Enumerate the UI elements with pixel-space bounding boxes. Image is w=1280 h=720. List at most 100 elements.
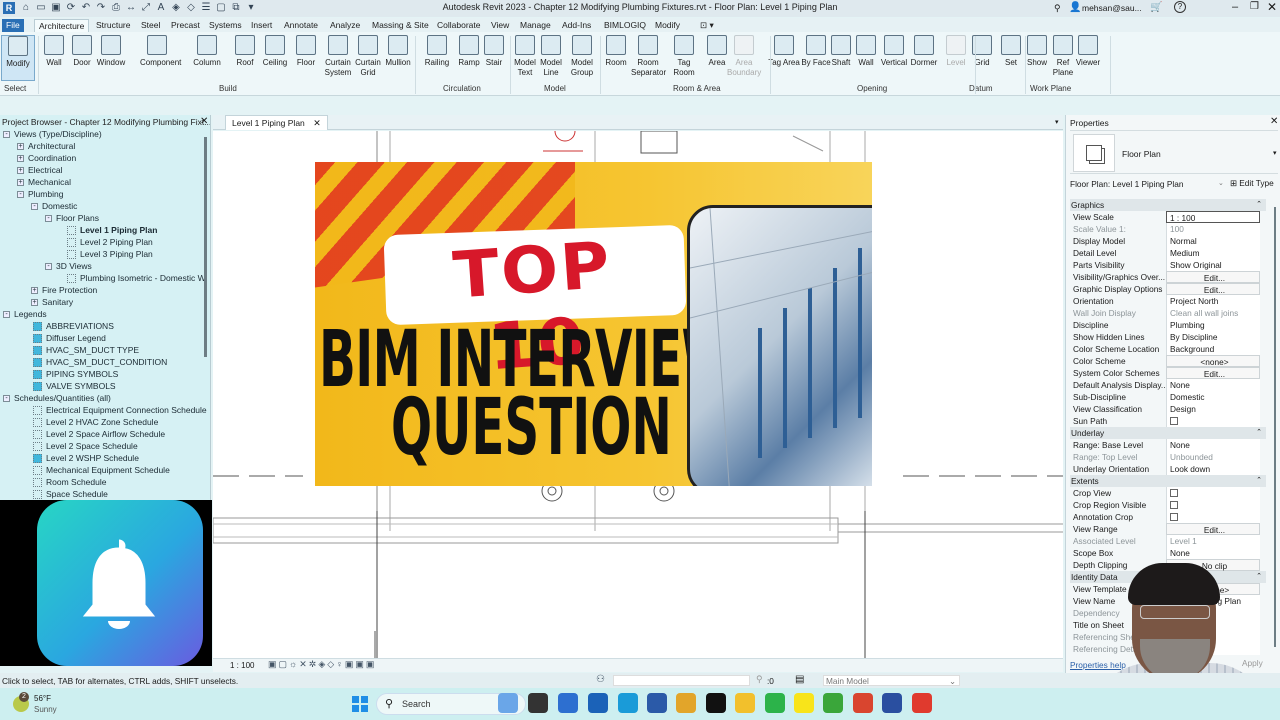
tree-item-mechanical-equipment-schedule[interactable]: Mechanical Equipment Schedule <box>3 464 203 476</box>
property-value[interactable]: By Discipline <box>1166 331 1260 343</box>
aligned-dimension-icon[interactable]: ⤢ <box>140 2 152 14</box>
chevron-down-icon[interactable]: ▾ <box>1273 149 1277 157</box>
tree-item-abbreviations[interactable]: ABBREVIATIONS <box>3 320 203 332</box>
checkbox[interactable] <box>1170 489 1178 497</box>
redo-icon[interactable]: ↷ <box>95 2 107 14</box>
thin-lines-icon[interactable]: ☰ <box>200 2 212 14</box>
tool-model-line-button[interactable]: Model Line <box>534 35 568 77</box>
tool-room-separator-button[interactable]: Room Separator <box>631 35 666 77</box>
expand-icon[interactable]: + <box>31 299 38 307</box>
tree-item-hvac-sm-duct-type[interactable]: HVAC_SM_DUCT TYPE <box>3 344 203 356</box>
taskbar-phone-link-icon[interactable] <box>765 693 785 713</box>
close-icon[interactable]: ✕ <box>200 116 208 127</box>
tool-viewer-button[interactable]: Viewer <box>1071 35 1105 68</box>
property-value[interactable]: Show Original <box>1166 259 1260 271</box>
worksets-icon[interactable]: ⚇ <box>596 674 605 685</box>
taskbar-revit-icon[interactable] <box>882 693 902 713</box>
tree-item-level-2-piping-plan[interactable]: Level 2 Piping Plan <box>3 236 203 248</box>
tab-annotate[interactable]: Annotate <box>280 19 322 32</box>
panel-room-area[interactable]: Room & Area <box>673 84 721 93</box>
tree-item-level-3-piping-plan[interactable]: Level 3 Piping Plan <box>3 248 203 260</box>
tool-ceiling-button[interactable]: Ceiling <box>258 35 292 68</box>
property-value[interactable]: Normal <box>1166 235 1260 247</box>
customize-icon[interactable]: ▾ <box>245 2 257 14</box>
property-value[interactable]: Design <box>1166 403 1260 415</box>
property-value[interactable]: Edit... <box>1166 283 1260 295</box>
tab-massing-site[interactable]: Massing & Site <box>368 19 433 32</box>
taskbar-camtasia-recorder-icon[interactable] <box>912 693 932 713</box>
property-value[interactable]: Medium <box>1166 247 1260 259</box>
collapse-icon[interactable]: - <box>3 311 10 319</box>
tool-model-group-button[interactable]: Model Group <box>565 35 599 77</box>
tool-vertical-button[interactable]: Vertical <box>877 35 911 68</box>
taskbar-microsoft-store-icon[interactable] <box>558 693 578 713</box>
taskbar-edge-icon[interactable] <box>618 693 638 713</box>
weather-desc[interactable]: Sunny <box>34 705 57 714</box>
design-options-icon[interactable]: ▤ <box>795 674 804 685</box>
workset-select[interactable] <box>613 675 750 686</box>
tool-window-button[interactable]: Window <box>94 35 128 68</box>
scrollbar[interactable] <box>204 137 207 357</box>
view-scale[interactable]: 1 : 100 <box>230 661 254 670</box>
tab-architecture[interactable]: Architecture <box>34 19 90 32</box>
collapse-icon[interactable]: ⌃ <box>1256 475 1262 487</box>
tree-item-electrical-equipment-connection-schedule[interactable]: Electrical Equipment Connection Schedule <box>3 404 207 416</box>
switch-windows-icon[interactable]: ⧉ <box>230 2 242 14</box>
taskbar-snapchat-icon[interactable] <box>794 693 814 713</box>
checkbox[interactable] <box>1170 417 1178 425</box>
save-icon[interactable]: ▣ <box>50 2 62 14</box>
expand-icon[interactable]: + <box>17 143 24 151</box>
property-value[interactable]: Domestic <box>1166 391 1260 403</box>
close-icon[interactable]: ✕ <box>1270 116 1278 127</box>
tree-item-level-2-space-schedule[interactable]: Level 2 Space Schedule <box>3 440 203 452</box>
help-button[interactable]: ? <box>1174 1 1186 13</box>
checkbox[interactable] <box>1170 513 1178 521</box>
tree-item-level-2-hvac-zone-schedule[interactable]: Level 2 HVAC Zone Schedule <box>3 416 203 428</box>
measure-icon[interactable]: ↔ <box>125 2 137 14</box>
tree-item-level-2-wshp-schedule[interactable]: Level 2 WSHP Schedule <box>3 452 203 464</box>
user-icon[interactable]: 👤 <box>1069 2 1081 13</box>
checkbox[interactable] <box>1170 501 1178 509</box>
property-value[interactable] <box>1166 415 1260 427</box>
tab-insert[interactable]: Insert <box>247 19 276 32</box>
expand-icon[interactable]: + <box>17 155 24 163</box>
tab-file[interactable]: File <box>2 19 24 32</box>
property-value[interactable] <box>1166 487 1260 499</box>
tree-item-space-schedule[interactable]: Space Schedule <box>3 488 203 500</box>
binoculars-icon[interactable]: ⚲ <box>1054 3 1061 14</box>
collapse-icon[interactable]: - <box>31 203 38 211</box>
collapse-icon[interactable]: ⌃ <box>1256 427 1262 439</box>
3d-view-icon[interactable]: ◈ <box>170 2 182 14</box>
bell-button[interactable] <box>37 500 203 666</box>
collapse-icon[interactable]: - <box>45 263 52 271</box>
open-icon[interactable]: ▭ <box>35 2 47 14</box>
property-value[interactable] <box>1166 499 1260 511</box>
tree-item-legends[interactable]: - Legends <box>3 308 203 320</box>
tree-item-piping-symbols[interactable]: PIPING SYMBOLS <box>3 368 203 380</box>
property-value[interactable]: None <box>1166 439 1260 451</box>
tree-item-electrical[interactable]: + Electrical <box>3 164 203 176</box>
close-inactive-icon[interactable]: ▢ <box>215 2 227 14</box>
tool-room-button[interactable]: Room <box>599 35 633 68</box>
user-account[interactable]: mehsan@sau... <box>1082 3 1142 13</box>
tool-tag-area-button[interactable]: Tag Area <box>767 35 801 68</box>
tree-item-floor-plans[interactable]: - Floor Plans <box>3 212 203 224</box>
home-icon[interactable]: ⌂ <box>20 2 32 14</box>
start-button[interactable] <box>352 696 368 712</box>
view-control-icons[interactable]: ▣▢☼✕✲◈◇♀▣▣▣ <box>268 659 376 670</box>
tab-systems[interactable]: Systems <box>205 19 246 32</box>
expand-icon[interactable]: + <box>17 179 24 187</box>
property-value[interactable]: Look down <box>1166 463 1260 475</box>
collapse-icon[interactable]: - <box>45 215 52 223</box>
section-icon[interactable]: ◇ <box>185 2 197 14</box>
property-value[interactable]: Edit... <box>1166 523 1260 535</box>
tool-mullion-button[interactable]: Mullion <box>381 35 415 68</box>
tab-bimlogiq[interactable]: BIMLOGIQ <box>600 19 650 32</box>
tree-item-valve-symbols[interactable]: VALVE SYMBOLS <box>3 380 203 392</box>
tool-tag-room-button[interactable]: Tag Room <box>667 35 701 77</box>
edit-type-button[interactable]: ⊞ Edit Type <box>1230 178 1274 188</box>
tab-level-1-piping-plan[interactable]: Level 1 Piping Plan ✕ <box>225 115 328 130</box>
section-underlay[interactable]: Underlay ⌃ <box>1070 427 1266 439</box>
expand-icon[interactable]: + <box>17 167 24 175</box>
property-value[interactable]: Plumbing <box>1166 319 1260 331</box>
